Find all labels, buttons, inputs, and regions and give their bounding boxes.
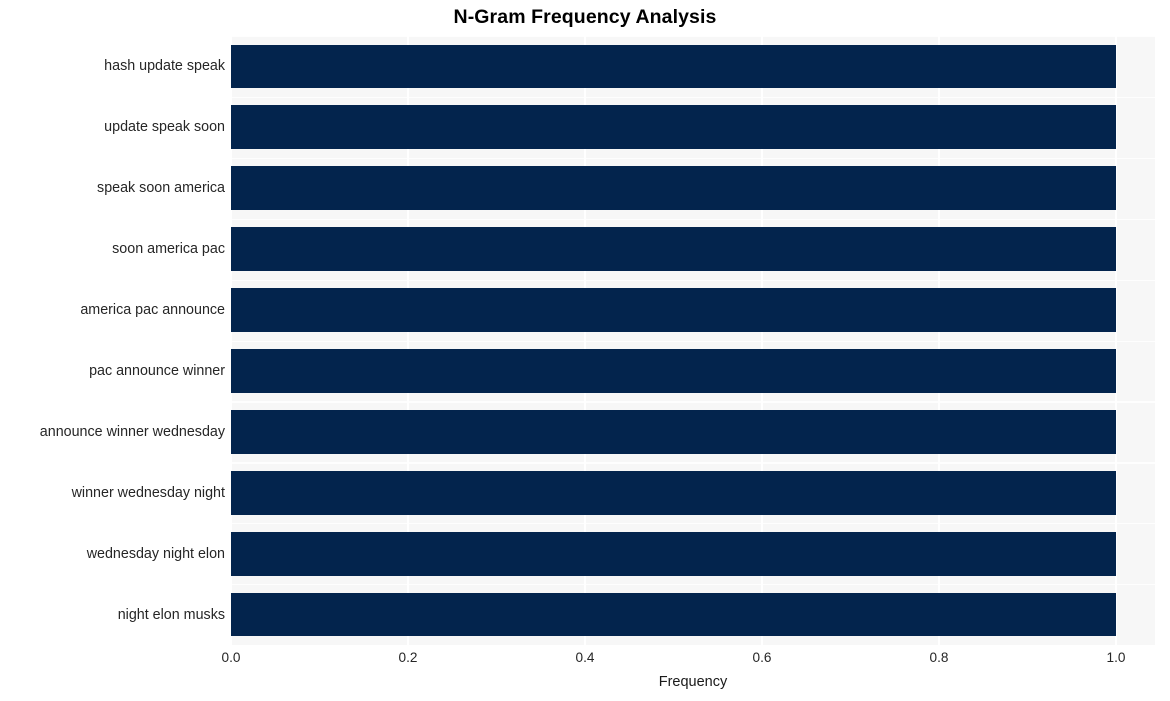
chart-title: N-Gram Frequency Analysis [453,6,717,28]
bar [231,531,1116,576]
x-axis-tick-label: 0.4 [575,650,595,665]
x-axis-tick-label: 0.6 [752,650,772,665]
bar [231,409,1116,454]
bar [231,288,1116,332]
x-axis-tick-labels: 0.0 0.2 0.4 0.6 0.8 1.0 [222,650,1155,672]
bar [231,166,1116,211]
bar [231,592,1116,637]
horizontal-gridline [231,36,1155,38]
y-axis-tick-label: wednesday night elon [86,545,225,562]
bar [231,227,1116,272]
horizontal-gridline [231,401,1155,403]
horizontal-gridline [231,340,1155,342]
x-axis-tick-label: 0.8 [929,650,949,665]
horizontal-gridline [231,218,1155,220]
y-axis-tick-label: hash update speak [104,58,225,75]
x-axis-tick-label: 0.0 [221,650,241,665]
horizontal-gridline [231,157,1155,160]
x-axis-title: Frequency [658,674,728,690]
y-axis-tick-label: update speak soon [104,119,225,136]
bar [231,470,1116,515]
y-axis-tick-label: night elon musks [117,606,225,623]
plot-area [231,36,1155,645]
horizontal-gridline [231,523,1155,525]
horizontal-gridline [231,96,1155,99]
y-axis-tick-label: america pac announce [80,302,225,319]
y-axis-tick-label: soon america pac [112,241,225,258]
horizontal-gridline [231,584,1155,586]
x-axis-tick-label: 1.0 [1106,650,1126,665]
horizontal-gridline [231,462,1155,464]
bar [231,105,1116,150]
x-axis-tick-label: 0.2 [398,650,418,665]
bar [231,44,1116,89]
y-axis-tick-label: speak soon america [97,180,225,197]
y-axis-tick-label: announce winner wednesday [39,423,225,440]
bar [231,349,1116,393]
horizontal-gridline [231,279,1155,281]
y-axis-tick-label: pac announce winner [89,362,225,379]
chart-figure: N-Gram Frequency Analysis hash update sp… [0,0,1170,701]
y-axis-tick-label: winner wednesday night [71,484,225,501]
y-axis-tick-labels: hash update speak update speak soon speak … [0,36,225,645]
